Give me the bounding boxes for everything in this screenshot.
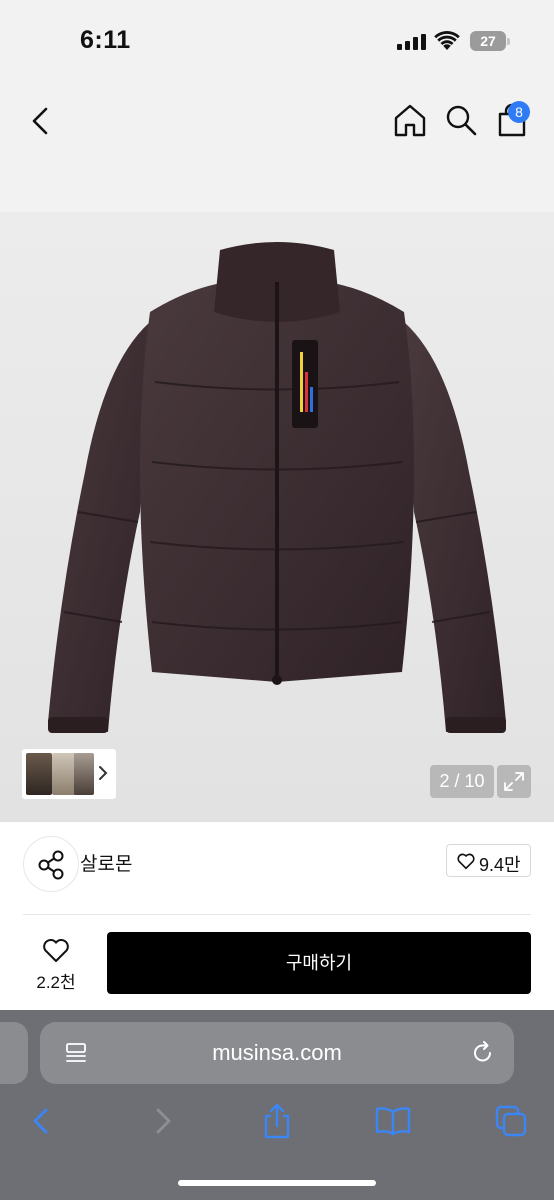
home-icon[interactable] [392, 102, 428, 138]
battery-tip [507, 38, 510, 45]
status-time: 6:11 [80, 26, 131, 54]
chevron-right-icon[interactable] [96, 761, 110, 785]
brand-like-count: 9.4만 [479, 855, 521, 875]
product-photo-puffer-jacket [48, 242, 506, 733]
browser-forward-icon [156, 1108, 171, 1134]
section-divider [23, 914, 531, 915]
browser-back-icon[interactable] [28, 1106, 54, 1136]
battery-indicator: 27 [470, 31, 510, 51]
home-indicator [178, 1180, 376, 1186]
tabs-icon[interactable] [494, 1104, 528, 1138]
product-image-gallery[interactable]: 2 / 10 [0, 212, 554, 822]
thumbnail-strip[interactable] [22, 749, 116, 799]
address-bar[interactable]: musinsa.com [40, 1022, 514, 1084]
buy-button[interactable]: 구매하기 [107, 932, 531, 994]
brand-name[interactable]: 살로몬 [80, 849, 132, 876]
image-counter: 2 / 10 [430, 765, 494, 798]
share-button[interactable] [23, 836, 79, 892]
reload-icon[interactable] [470, 1040, 496, 1066]
browser-share-icon[interactable] [260, 1102, 294, 1140]
expand-button[interactable] [497, 765, 531, 798]
expand-icon [504, 772, 524, 791]
search-icon[interactable] [443, 102, 479, 138]
app-header: 8 [0, 80, 554, 212]
thumbnail-3[interactable] [74, 753, 94, 795]
cart-count-badge: 8 [508, 101, 530, 123]
thumbnail-1[interactable] [26, 753, 52, 795]
cellular-signal-icon [397, 34, 426, 50]
heart-icon [457, 853, 475, 870]
wifi-icon [434, 31, 460, 50]
back-icon[interactable] [26, 104, 56, 138]
heart-icon [43, 938, 69, 962]
previous-tab-preview[interactable] [0, 1022, 28, 1084]
browser-toolbar: musinsa.com [0, 1010, 554, 1200]
status-bar: 6:11 27 [0, 0, 554, 80]
product-like-button[interactable]: 2.2천 [30, 934, 82, 992]
product-info-section: 살로몬 9.4만 2.2천 구매하기 [0, 822, 554, 1010]
battery-level: 27 [470, 31, 506, 51]
product-like-count: 2.2천 [36, 973, 76, 992]
bookmarks-icon[interactable] [374, 1105, 412, 1137]
brand-like-button[interactable]: 9.4만 [446, 844, 531, 877]
url-text: musinsa.com [212, 1040, 342, 1065]
share-icon [38, 850, 64, 880]
